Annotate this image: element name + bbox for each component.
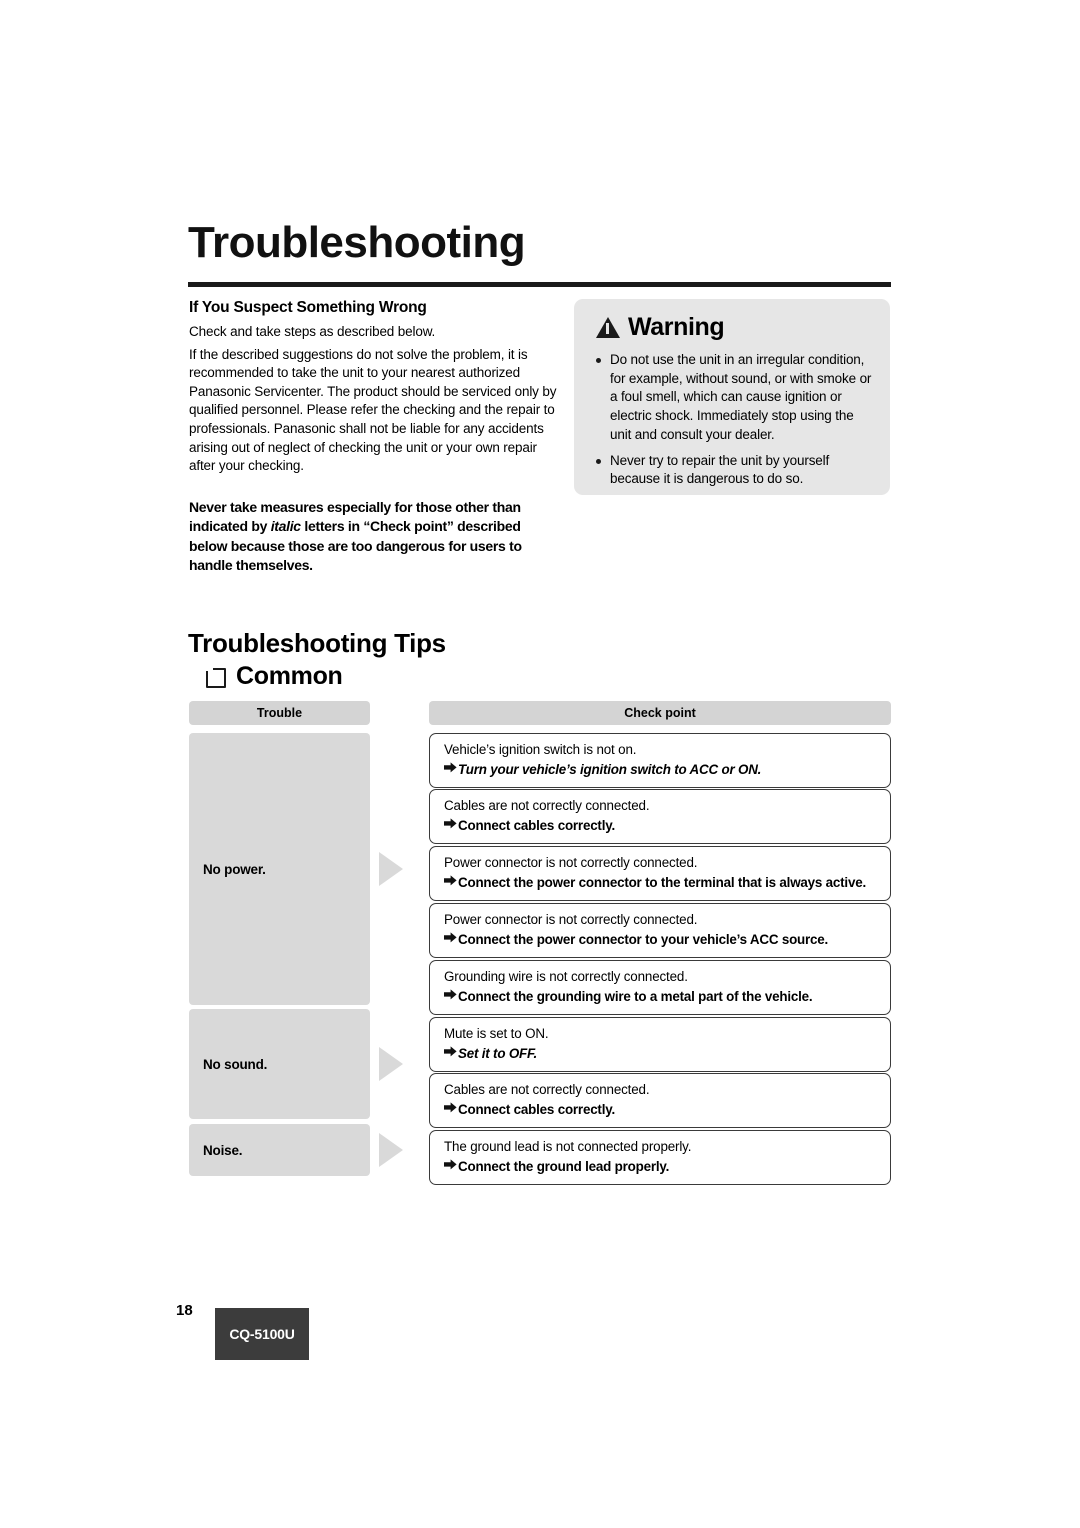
header-check-point: Check point <box>429 701 891 725</box>
tips-title: Troubleshooting Tips <box>188 628 446 658</box>
model-badge: CQ-5100U <box>215 1308 309 1360</box>
warning-header: Warning <box>596 313 725 342</box>
intro-section: If You Suspect Something Wrong Check and… <box>189 299 561 576</box>
check-point-row: The ground lead is not connected properl… <box>429 1130 891 1185</box>
solution-arrow-icon <box>444 1046 458 1057</box>
cause-text: Power connector is not correctly connect… <box>444 855 698 870</box>
solution-arrow-icon <box>444 875 458 886</box>
trouble-cell: No sound. <box>189 1009 370 1119</box>
warning-box: Warning Do not use the unit in an irregu… <box>574 299 890 495</box>
warning-item: Do not use the unit in an irregular cond… <box>596 351 874 445</box>
solution-row: Connect the power connector to your vehi… <box>444 931 878 949</box>
solution-arrow-icon <box>444 989 458 1000</box>
solution-row: Connect cables correctly. <box>444 817 878 835</box>
group-arrow-icon <box>379 852 403 886</box>
check-point-row: Cables are not correctly connected. Conn… <box>429 1073 891 1128</box>
solution-arrow-icon <box>444 1102 458 1113</box>
trouble-cell: Noise. <box>189 1124 370 1176</box>
manual-page: Troubleshooting If You Suspect Something… <box>0 0 1080 1528</box>
page-number: 18 <box>176 1302 193 1319</box>
common-label: Common <box>236 662 343 690</box>
trouble-label: No power. <box>203 861 266 877</box>
warning-triangle-icon <box>596 317 620 338</box>
cause-text: Mute is set to ON. <box>444 1026 549 1041</box>
warning-title: Warning <box>628 313 725 341</box>
check-point-row: Vehicle’s ignition switch is not on. Tur… <box>429 733 891 788</box>
cause-text: The ground lead is not connected properl… <box>444 1139 692 1154</box>
solution-row: Connect the grounding wire to a metal pa… <box>444 988 878 1006</box>
intro-paragraph-1: Check and take steps as described below. <box>189 324 436 339</box>
common-section-heading: Common <box>205 662 343 691</box>
solution-arrow-icon <box>444 818 458 829</box>
solution-row: Connect the power connector to the termi… <box>444 874 878 892</box>
cause-text: Cables are not correctly connected. <box>444 1082 650 1097</box>
check-point-row: Grounding wire is not correctly connecte… <box>429 960 891 1015</box>
solution-row: Set it to OFF. <box>444 1045 878 1063</box>
page-title: Troubleshooting <box>188 218 526 267</box>
trouble-label: No sound. <box>203 1056 268 1072</box>
group-arrow-icon <box>379 1047 403 1081</box>
solution-arrow-icon <box>444 932 458 943</box>
solution-row: Connect the ground lead properly. <box>444 1158 878 1176</box>
solution-row: Turn your vehicle’s ignition switch to A… <box>444 761 878 779</box>
solution-text: Turn your vehicle’s ignition switch to A… <box>458 762 762 777</box>
solution-text: Connect the power connector to your vehi… <box>458 932 829 947</box>
solution-text: Connect cables correctly. <box>458 1102 615 1117</box>
solution-text: Connect cables correctly. <box>458 818 615 833</box>
title-divider <box>188 282 891 287</box>
solution-arrow-icon <box>444 1159 458 1170</box>
solution-text: Connect the power connector to the termi… <box>458 875 866 890</box>
check-point-row: Power connector is not correctly connect… <box>429 903 891 958</box>
solution-text: Set it to OFF. <box>458 1046 538 1061</box>
intro-bold-note: Never take measures especially for those… <box>189 498 561 576</box>
trouble-cell: No power. <box>189 733 370 1005</box>
solution-row: Connect cables correctly. <box>444 1101 878 1119</box>
header-trouble: Trouble <box>189 701 370 725</box>
section-marker-icon <box>205 667 226 688</box>
check-point-row: Cables are not correctly connected. Conn… <box>429 789 891 844</box>
solution-text: Connect the ground lead properly. <box>458 1159 670 1174</box>
cause-text: Cables are not correctly connected. <box>444 798 650 813</box>
intro-paragraph-2: If the described suggestions do not solv… <box>189 346 557 474</box>
solution-text: Connect the grounding wire to a metal pa… <box>458 989 813 1004</box>
check-point-row: Power connector is not correctly connect… <box>429 846 891 901</box>
intro-note-italic: italic <box>270 518 301 535</box>
trouble-label: Noise. <box>203 1142 243 1158</box>
intro-heading: If You Suspect Something Wrong <box>189 299 427 316</box>
solution-arrow-icon <box>444 762 458 773</box>
check-point-row: Mute is set to ON. Set it to OFF. <box>429 1017 891 1072</box>
cause-text: Power connector is not correctly connect… <box>444 912 698 927</box>
warning-list: Do not use the unit in an irregular cond… <box>596 351 874 496</box>
cause-text: Grounding wire is not correctly connecte… <box>444 969 688 984</box>
warning-item: Never try to repair the unit by yourself… <box>596 452 874 489</box>
group-arrow-icon <box>379 1133 403 1167</box>
cause-text: Vehicle’s ignition switch is not on. <box>444 742 637 757</box>
